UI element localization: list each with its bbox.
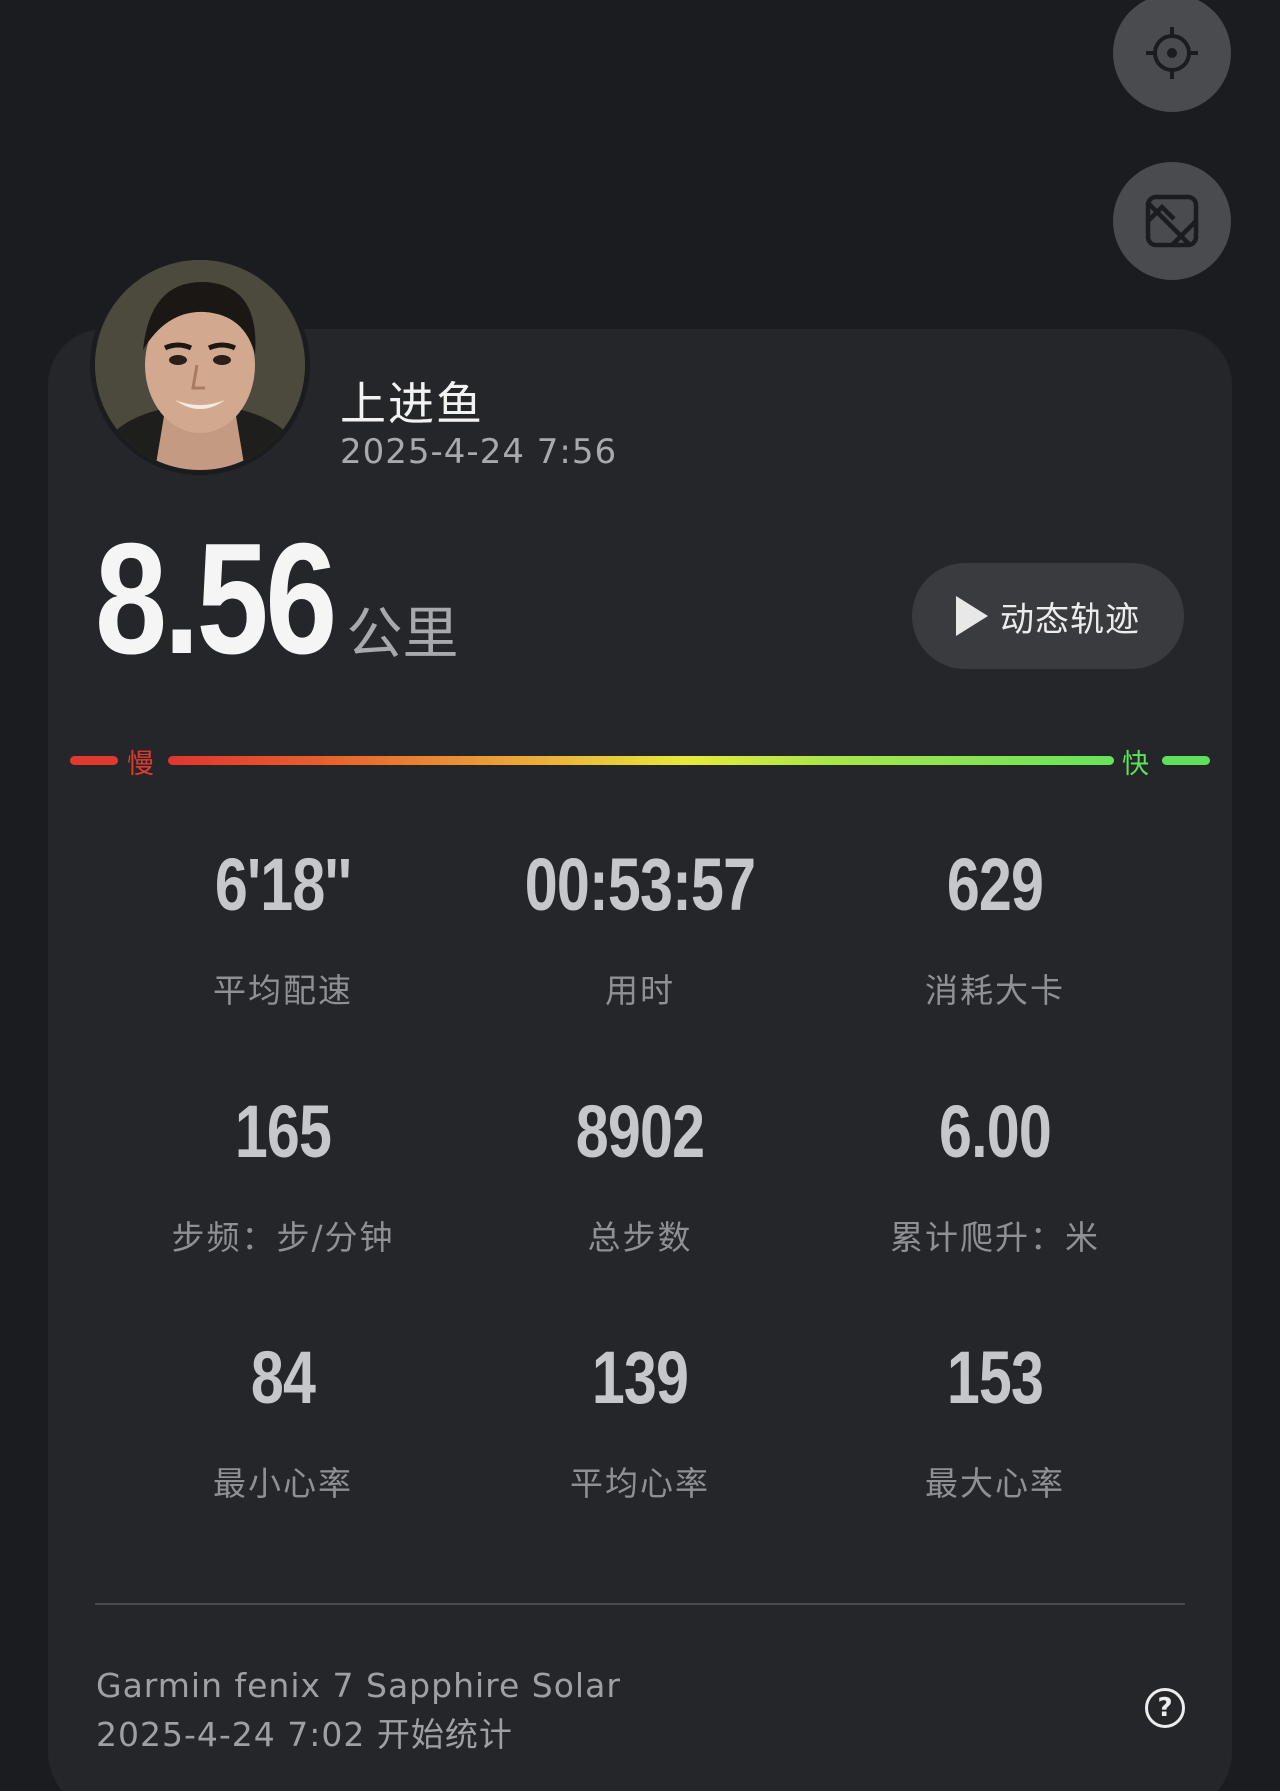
track-replay-label: 动态轨迹 [1000,599,1140,640]
crosshair-icon [1146,27,1198,79]
distance-value: 8.56 [95,511,337,687]
stat-max-heart-rate: 153 最大心率 [825,1341,1165,1505]
stat-label: 总步数 [587,1218,693,1257]
locate-button[interactable] [1113,0,1231,112]
pace-gradient-segment [168,756,1114,765]
stat-value: 629 [946,843,1044,926]
stat-label: 消耗大卡 [925,971,1065,1010]
pace-slow-label: 慢 [127,749,154,780]
activity-time: 2025-4-24 7:56 [340,432,618,472]
distance-unit: 公里 [346,602,459,667]
avatar-image [95,260,305,470]
track-replay-button[interactable]: 动态轨迹 [912,563,1184,669]
stat-label: 平均配速 [213,971,353,1010]
map-toggle-icon [1145,194,1199,248]
stat-value: 8902 [575,1090,705,1173]
pace-bar-slow-segment [70,756,118,765]
stat-total-steps: 8902 总步数 [470,1095,810,1259]
stat-calories: 629 消耗大卡 [825,848,1165,1012]
stat-label: 用时 [605,971,675,1010]
stat-value: 165 [234,1090,332,1173]
stat-value: 139 [591,1336,689,1419]
help-button[interactable]: ? [1145,1688,1185,1728]
stat-cadence: 165 步频：步/分钟 [113,1095,453,1259]
stat-value: 84 [250,1336,316,1419]
stat-value: 153 [946,1336,1044,1419]
stat-value: 6'18'' [214,843,352,926]
avatar[interactable] [90,255,310,475]
stat-min-heart-rate: 84 最小心率 [113,1341,453,1505]
pace-color-bar: 慢 快 [70,742,1210,780]
pace-bar-fast-segment [1162,756,1210,765]
distance-display: 8.56 公里 [95,520,459,678]
stat-label: 步频：步/分钟 [171,1218,395,1257]
device-name: Garmin fenix 7 Sapphire Solar [96,1666,621,1705]
stat-value: 6.00 [938,1090,1052,1173]
stat-label: 累计爬升：米 [890,1218,1100,1257]
activity-page: 上进鱼 2025-4-24 7:56 8.56 公里 动态轨迹 慢 快 6'18… [0,0,1280,1791]
play-icon [956,596,988,636]
stat-label: 最大心率 [925,1464,1065,1503]
stat-label: 最小心率 [213,1464,353,1503]
pace-fast-label: 快 [1122,749,1149,780]
recording-start-time: 2025-4-24 7:02 开始统计 [96,1715,513,1754]
map-toggle-button[interactable] [1113,162,1231,280]
user-name: 上进鱼 [340,377,484,431]
footer-divider [95,1603,1185,1605]
help-icon: ? [1157,1693,1173,1723]
stat-label: 平均心率 [570,1464,710,1503]
stat-duration: 00:53:57 用时 [470,848,810,1012]
stat-avg-pace: 6'18'' 平均配速 [113,848,453,1012]
stat-elevation-gain: 6.00 累计爬升：米 [825,1095,1165,1259]
stat-value: 00:53:57 [524,843,756,926]
stat-avg-heart-rate: 139 平均心率 [470,1341,810,1505]
